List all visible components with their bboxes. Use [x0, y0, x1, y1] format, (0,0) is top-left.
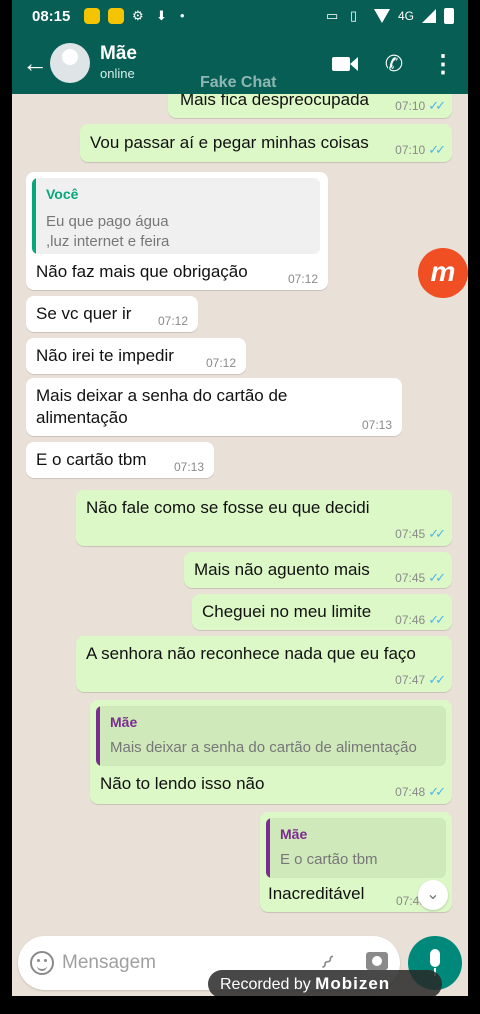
message-bubble-incoming[interactable]: Você Eu que pago água ,luz internet e fe…: [26, 172, 328, 290]
message-text: alimentação: [36, 408, 128, 427]
message-bubble-outgoing[interactable]: Vou passar aí e pegar minhas coisas 07:1…: [80, 124, 452, 162]
signal-icon: [422, 9, 436, 23]
message-meta: 07:45 ✓✓: [395, 526, 446, 542]
message-bubble-outgoing[interactable]: Mãe Mais deixar a senha do cartão de ali…: [90, 700, 452, 804]
quoted-text: Mais deixar a senha do cartão de aliment…: [110, 739, 417, 756]
read-receipt-icon: ✓✓: [428, 672, 446, 687]
quoted-author: Mãe: [110, 714, 138, 730]
message-bubble-outgoing[interactable]: Cheguei no meu limite 07:46 ✓✓: [192, 594, 452, 630]
read-receipt-icon: ✓✓: [428, 526, 446, 541]
message-text: Não faz mais que obrigação: [36, 262, 248, 281]
recorder-banner: Recorded by Mobizen: [208, 970, 442, 998]
quoted-text: E o cartão tbm: [280, 851, 378, 868]
message-time: 07:45: [395, 571, 426, 585]
message-meta: 07:48 ✓✓: [395, 784, 446, 800]
message-list[interactable]: Mais fica despreocupada 07:10 ✓✓ Vou pass…: [12, 94, 468, 934]
avatar[interactable]: [50, 43, 90, 83]
quoted-message[interactable]: Mãe E o cartão tbm: [266, 818, 446, 878]
quoted-author: Você: [46, 186, 79, 202]
message-text: Inacreditável: [268, 884, 365, 903]
system-icons: ▭ ▯ 4G: [326, 8, 454, 24]
status-bar: 08:15 ⚙ ⬇ • ▭ ▯ 4G: [12, 0, 468, 34]
message-text: Mais deixar a senha do cartão de: [36, 386, 288, 405]
message-meta: 07:10 ✓✓: [395, 98, 446, 114]
message-meta: 07:10 ✓✓: [395, 142, 446, 158]
emoji-icon[interactable]: [30, 951, 54, 975]
message-text: Se vc quer ir: [36, 304, 132, 323]
message-text: Não fale como se fosse eu que decidi: [86, 498, 370, 517]
message-text: Não irei te impedir: [36, 346, 174, 365]
quoted-text: ,luz internet e feira: [46, 233, 170, 250]
quoted-author: Mãe: [280, 826, 308, 842]
cast-icon: ▭: [325, 8, 339, 23]
read-receipt-icon: ✓✓: [428, 570, 446, 585]
message-time: 07:12: [205, 356, 236, 370]
message-time: 07:12: [157, 314, 188, 328]
message-bubble-incoming[interactable]: Mais deixar a senha do cartão de aliment…: [26, 378, 402, 436]
message-bubble-outgoing[interactable]: Mais não aguento mais 07:45 ✓✓: [184, 552, 452, 588]
quoted-text: Eu que pago água: [46, 213, 169, 230]
notification-app-icon: [84, 8, 100, 24]
recorder-brand: Mobizen: [315, 974, 391, 993]
message-text: E o cartão tbm: [36, 450, 147, 469]
app-watermark: Fake Chat: [200, 74, 277, 91]
message-meta: 07:45 ✓✓: [395, 570, 446, 586]
video-call-icon[interactable]: [330, 50, 360, 78]
battery-icon: [444, 8, 454, 24]
message-bubble-incoming[interactable]: E o cartão tbm 07:13: [26, 442, 214, 478]
message-time: 07:13: [173, 460, 204, 474]
message-time: 07:12: [287, 272, 318, 286]
download-icon: ⬇: [156, 8, 167, 23]
vibrate-icon: ▯: [349, 8, 358, 23]
message-text: Não to lendo isso não: [100, 774, 265, 793]
back-arrow-icon[interactable]: ←: [22, 48, 48, 78]
message-bubble-outgoing[interactable]: Mais fica despreocupada 07:10 ✓✓: [168, 94, 452, 118]
message-text: A senhora não reconhece nada que eu faço: [86, 644, 416, 663]
status-time: 08:15: [32, 8, 71, 25]
message-time: 07:10: [395, 143, 426, 157]
message-bubble-outgoing[interactable]: Não fale como se fosse eu que decidi 07:…: [76, 490, 452, 546]
message-time: 07:48: [395, 785, 426, 799]
message-time: 07:45: [395, 527, 426, 541]
message-text: Cheguei no meu limite: [202, 602, 372, 621]
more-notifications-icon: •: [180, 8, 185, 23]
message-time: 07:10: [395, 99, 426, 113]
camera-icon[interactable]: [366, 952, 388, 970]
message-text: Mais não aguento mais: [194, 560, 370, 579]
mobizen-logo[interactable]: m: [418, 248, 468, 298]
scroll-to-bottom-button[interactable]: ⌄: [418, 880, 448, 910]
contact-status: online: [100, 66, 135, 81]
message-bubble-incoming[interactable]: Se vc quer ir 07:12: [26, 296, 198, 332]
wifi-icon: [373, 9, 390, 23]
phone-screen: 08:15 ⚙ ⬇ • ▭ ▯ 4G ← Mãe online Fake Cha…: [12, 0, 468, 996]
message-time: 07:47: [395, 673, 426, 687]
contact-name[interactable]: Mãe: [100, 43, 137, 65]
message-meta: 07:47 ✓✓: [395, 672, 446, 688]
chat-header: ← Mãe online Fake Chat ✆ ⋮: [12, 34, 468, 94]
more-options-icon[interactable]: ⋮: [428, 50, 458, 78]
read-receipt-icon: ✓✓: [428, 784, 446, 799]
quoted-message[interactable]: Você Eu que pago água ,luz internet e fe…: [32, 178, 320, 254]
data-saver-icon: ⚙: [132, 8, 144, 23]
read-receipt-icon: ✓✓: [428, 142, 446, 157]
message-bubble-outgoing[interactable]: A senhora não reconhece nada que eu faço…: [76, 636, 452, 692]
message-bubble-incoming[interactable]: Não irei te impedir 07:12: [26, 338, 246, 374]
notification-icons: ⚙ ⬇ •: [84, 8, 196, 24]
recorder-prefix: Recorded by: [220, 976, 311, 993]
navigation-bar: [0, 996, 480, 1014]
quoted-message[interactable]: Mãe Mais deixar a senha do cartão de ali…: [96, 706, 446, 766]
message-text: Mais fica despreocupada: [180, 94, 370, 109]
read-receipt-icon: ✓✓: [428, 612, 446, 627]
message-time: 07:13: [361, 418, 392, 432]
message-time: 07:46: [395, 613, 426, 627]
read-receipt-icon: ✓✓: [428, 98, 446, 113]
network-type: 4G: [397, 9, 414, 23]
phone-call-icon[interactable]: ✆: [379, 50, 409, 78]
message-meta: 07:46 ✓✓: [395, 612, 446, 628]
message-text: Vou passar aí e pegar minhas coisas: [90, 133, 369, 152]
notification-app-icon: [108, 8, 124, 24]
